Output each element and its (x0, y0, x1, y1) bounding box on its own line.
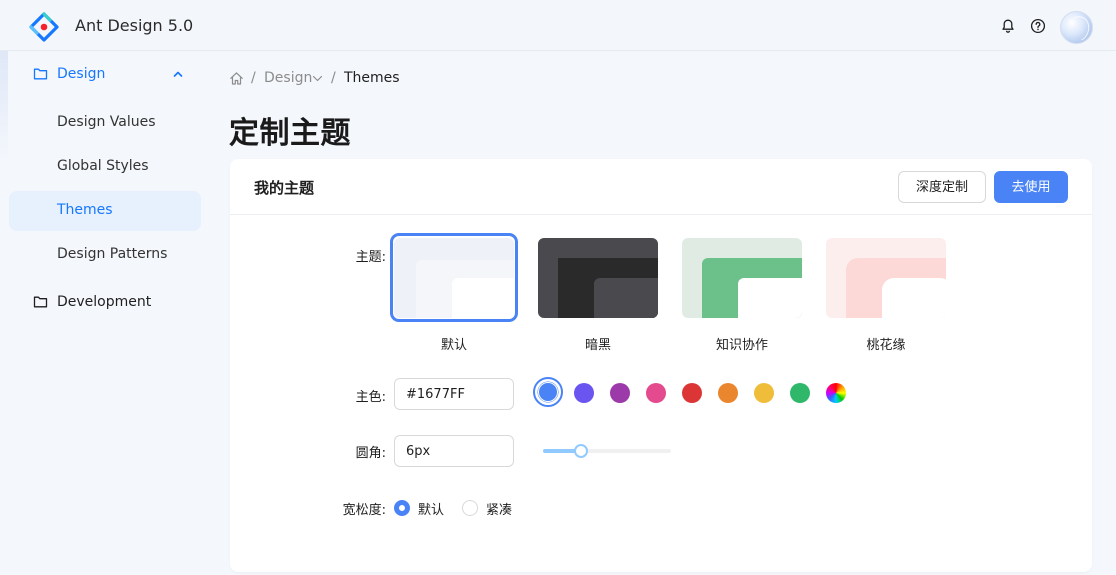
theme-tile-dark[interactable] (538, 238, 658, 318)
color-swatch-green[interactable] (790, 383, 810, 403)
breadcrumb-separator: / (251, 70, 256, 86)
sidebar-item-label: Themes (57, 202, 113, 218)
theme-caption-knowledge: 知识协作 (715, 338, 768, 353)
breadcrumb-design[interactable]: Design (264, 70, 312, 86)
color-swatch-blue[interactable] (533, 377, 563, 407)
folder-icon (33, 68, 48, 80)
theme-tile-peach[interactable] (826, 238, 946, 318)
theme-caption-peach: 桃花缘 (866, 338, 906, 353)
chevron-up-icon (173, 71, 183, 77)
density-radio-default[interactable] (394, 500, 410, 516)
bell-icon[interactable] (1000, 18, 1016, 34)
sidebar: Design Design Values Global Styles Theme… (0, 51, 212, 575)
sidebar-item-design-patterns[interactable]: Design Patterns (9, 235, 201, 275)
top-header: Ant Design 5.0 (0, 0, 1116, 51)
app-title: Ant Design 5.0 (75, 16, 194, 35)
page-title: 定制主题 (229, 116, 351, 151)
density-label: 宽松度: (342, 503, 386, 518)
sidebar-group-development[interactable]: Development (0, 283, 212, 323)
radius-label: 圆角: (355, 446, 386, 461)
radius-slider-handle[interactable] (574, 444, 589, 458)
color-picker-icon[interactable] (826, 383, 846, 403)
color-swatch-purple[interactable] (574, 383, 594, 403)
density-radio-compact[interactable] (462, 500, 478, 516)
density-option-default-label[interactable]: 默认 (418, 499, 444, 518)
color-swatch-pink[interactable] (646, 383, 666, 403)
sidebar-group-design[interactable]: Design (0, 55, 212, 95)
card-title: 我的主题 (254, 179, 315, 197)
theme-card: 我的主题 深度定制 去使用 主题: 默认 暗黑 知识协作 桃花缘 主色: 圆角:… (230, 159, 1092, 572)
theme-label: 主题: (355, 250, 386, 265)
color-swatch-red[interactable] (682, 383, 702, 403)
deep-customize-button[interactable]: 深度定制 (898, 171, 986, 203)
sidebar-group-label: Design (57, 66, 106, 82)
sidebar-item-label: Design Values (57, 114, 156, 130)
card-header: 我的主题 深度定制 去使用 (230, 159, 1092, 215)
theme-caption-default: 默认 (440, 338, 467, 353)
theme-tile-knowledge[interactable] (682, 238, 802, 318)
sidebar-group-label: Development (57, 294, 152, 310)
ant-design-logo-icon[interactable] (29, 12, 59, 42)
radius-input[interactable] (394, 435, 514, 467)
help-icon[interactable] (1030, 18, 1046, 34)
chevron-down-icon[interactable] (312, 74, 323, 83)
theme-caption-dark: 暗黑 (584, 338, 611, 353)
sidebar-item-themes[interactable]: Themes (9, 191, 201, 231)
folder-icon (33, 296, 48, 308)
sidebar-item-global-styles[interactable]: Global Styles (9, 147, 201, 187)
color-swatch-orange[interactable] (718, 383, 738, 403)
theme-tile-default[interactable] (394, 238, 514, 318)
sidebar-item-label: Global Styles (57, 158, 149, 174)
primary-color-label: 主色: (355, 390, 386, 405)
sidebar-item-label: Design Patterns (57, 246, 168, 262)
home-icon[interactable] (229, 71, 244, 86)
use-theme-button[interactable]: 去使用 (994, 171, 1068, 203)
sidebar-item-design-values[interactable]: Design Values (9, 103, 201, 143)
color-swatch-yellow[interactable] (754, 383, 774, 403)
color-swatch-magenta[interactable] (610, 383, 630, 403)
density-option-compact-label[interactable]: 紧凑 (486, 499, 512, 518)
primary-color-input[interactable] (394, 378, 514, 410)
breadcrumb-themes: Themes (344, 70, 400, 86)
user-avatar[interactable] (1060, 11, 1093, 44)
breadcrumb-separator: / (331, 70, 336, 86)
